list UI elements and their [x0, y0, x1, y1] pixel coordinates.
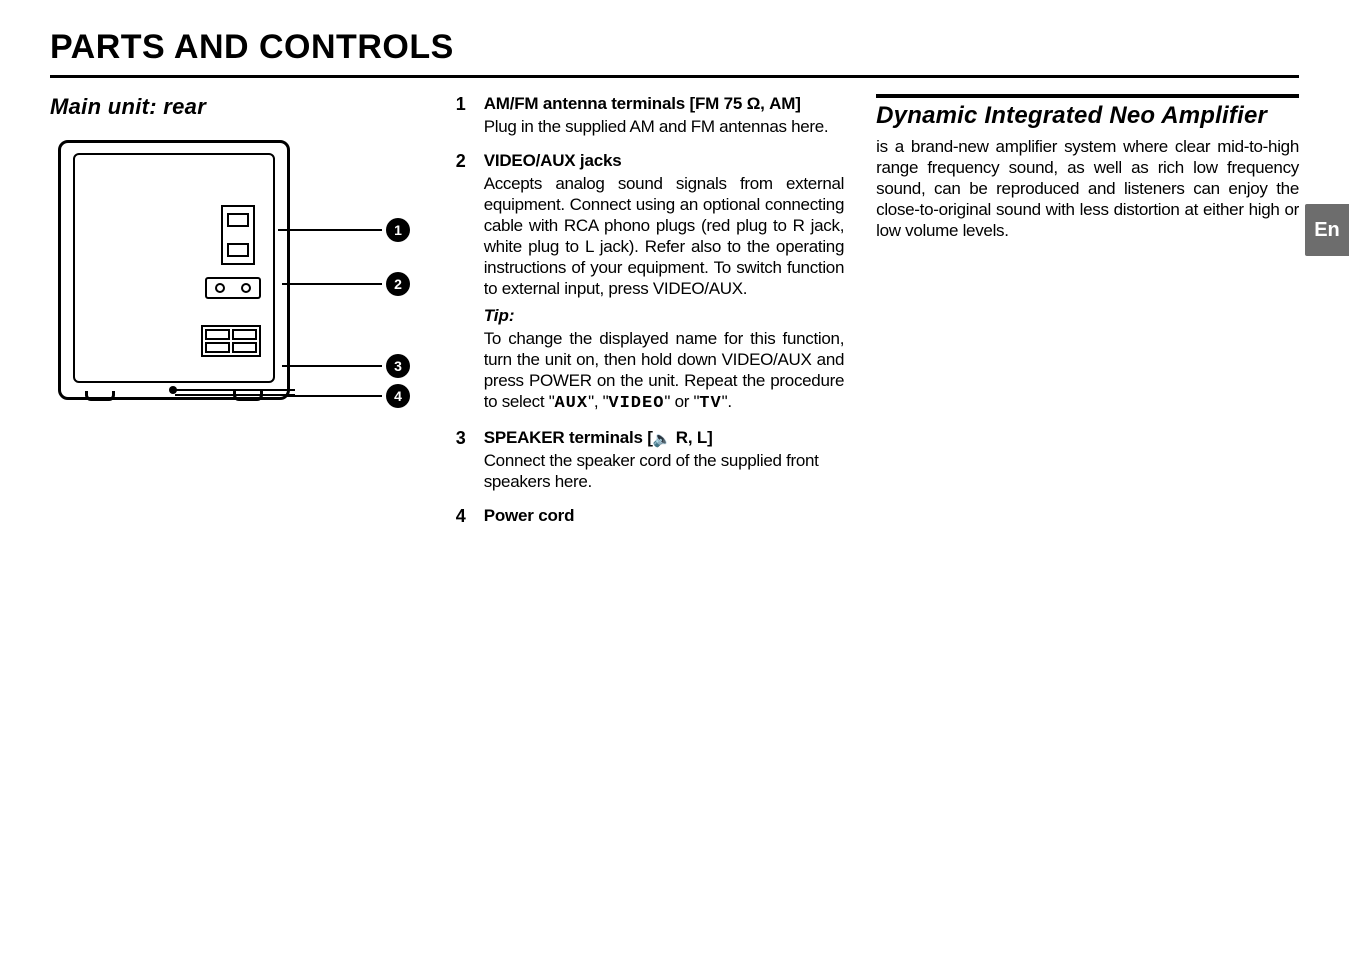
item-2: 2 VIDEO/AUX jacks Accepts analog sound s… [456, 151, 844, 414]
item-3-bullet: 3 [456, 428, 484, 492]
speaker-icon: 🔈 [653, 430, 671, 448]
unit-inner-panel [73, 153, 275, 383]
language-tab-en: En [1305, 204, 1349, 256]
callout-4: 4 [284, 384, 410, 408]
left-subhead: Main unit: rear [50, 94, 424, 120]
item-2-head: VIDEO/AUX jacks [484, 151, 844, 171]
unit-outline [58, 140, 290, 400]
item-2-body: Accepts analog sound signals from extern… [484, 173, 844, 299]
callout-1: 1 [278, 218, 410, 242]
item-4-bullet: 4 [456, 506, 484, 528]
item-1-head: AM/FM antenna terminals [FM 75 Ω, AM] [484, 94, 844, 114]
item-3: 3 SPEAKER terminals [🔈 R, L] Connect the… [456, 428, 844, 492]
item-2-tip-body: To change the displayed name for this fu… [484, 328, 844, 414]
item-4-head: Power cord [484, 506, 844, 526]
item-3-head: SPEAKER terminals [🔈 R, L] [484, 428, 844, 448]
right-body: is a brand-new amplifier system where cl… [876, 136, 1299, 241]
item-1: 1 AM/FM antenna terminals [FM 75 Ω, AM] … [456, 94, 844, 137]
callout-2: 2 [282, 272, 410, 296]
aux-jacks-icon [205, 277, 261, 299]
item-2-bullet: 2 [456, 151, 484, 414]
power-cord-icon [169, 386, 293, 400]
title-divider [50, 75, 1299, 78]
item-3-body: Connect the speaker cord of the supplied… [484, 450, 844, 492]
item-1-body: Plug in the supplied AM and FM antennas … [484, 116, 844, 137]
item-4: 4 Power cord [456, 506, 844, 528]
antenna-terminals-icon [221, 205, 255, 265]
unit-foot-left [85, 391, 115, 401]
page-title: PARTS AND CONTROLS [50, 28, 1299, 67]
item-1-bullet: 1 [456, 94, 484, 137]
callout-3: 3 [282, 354, 410, 378]
speaker-terminals-icon [201, 325, 261, 357]
rear-unit-diagram: 1 2 3 4 [50, 140, 410, 420]
item-2-tip-head: Tip: [484, 306, 844, 326]
right-head: Dynamic Integrated Neo Amplifier [876, 94, 1299, 130]
